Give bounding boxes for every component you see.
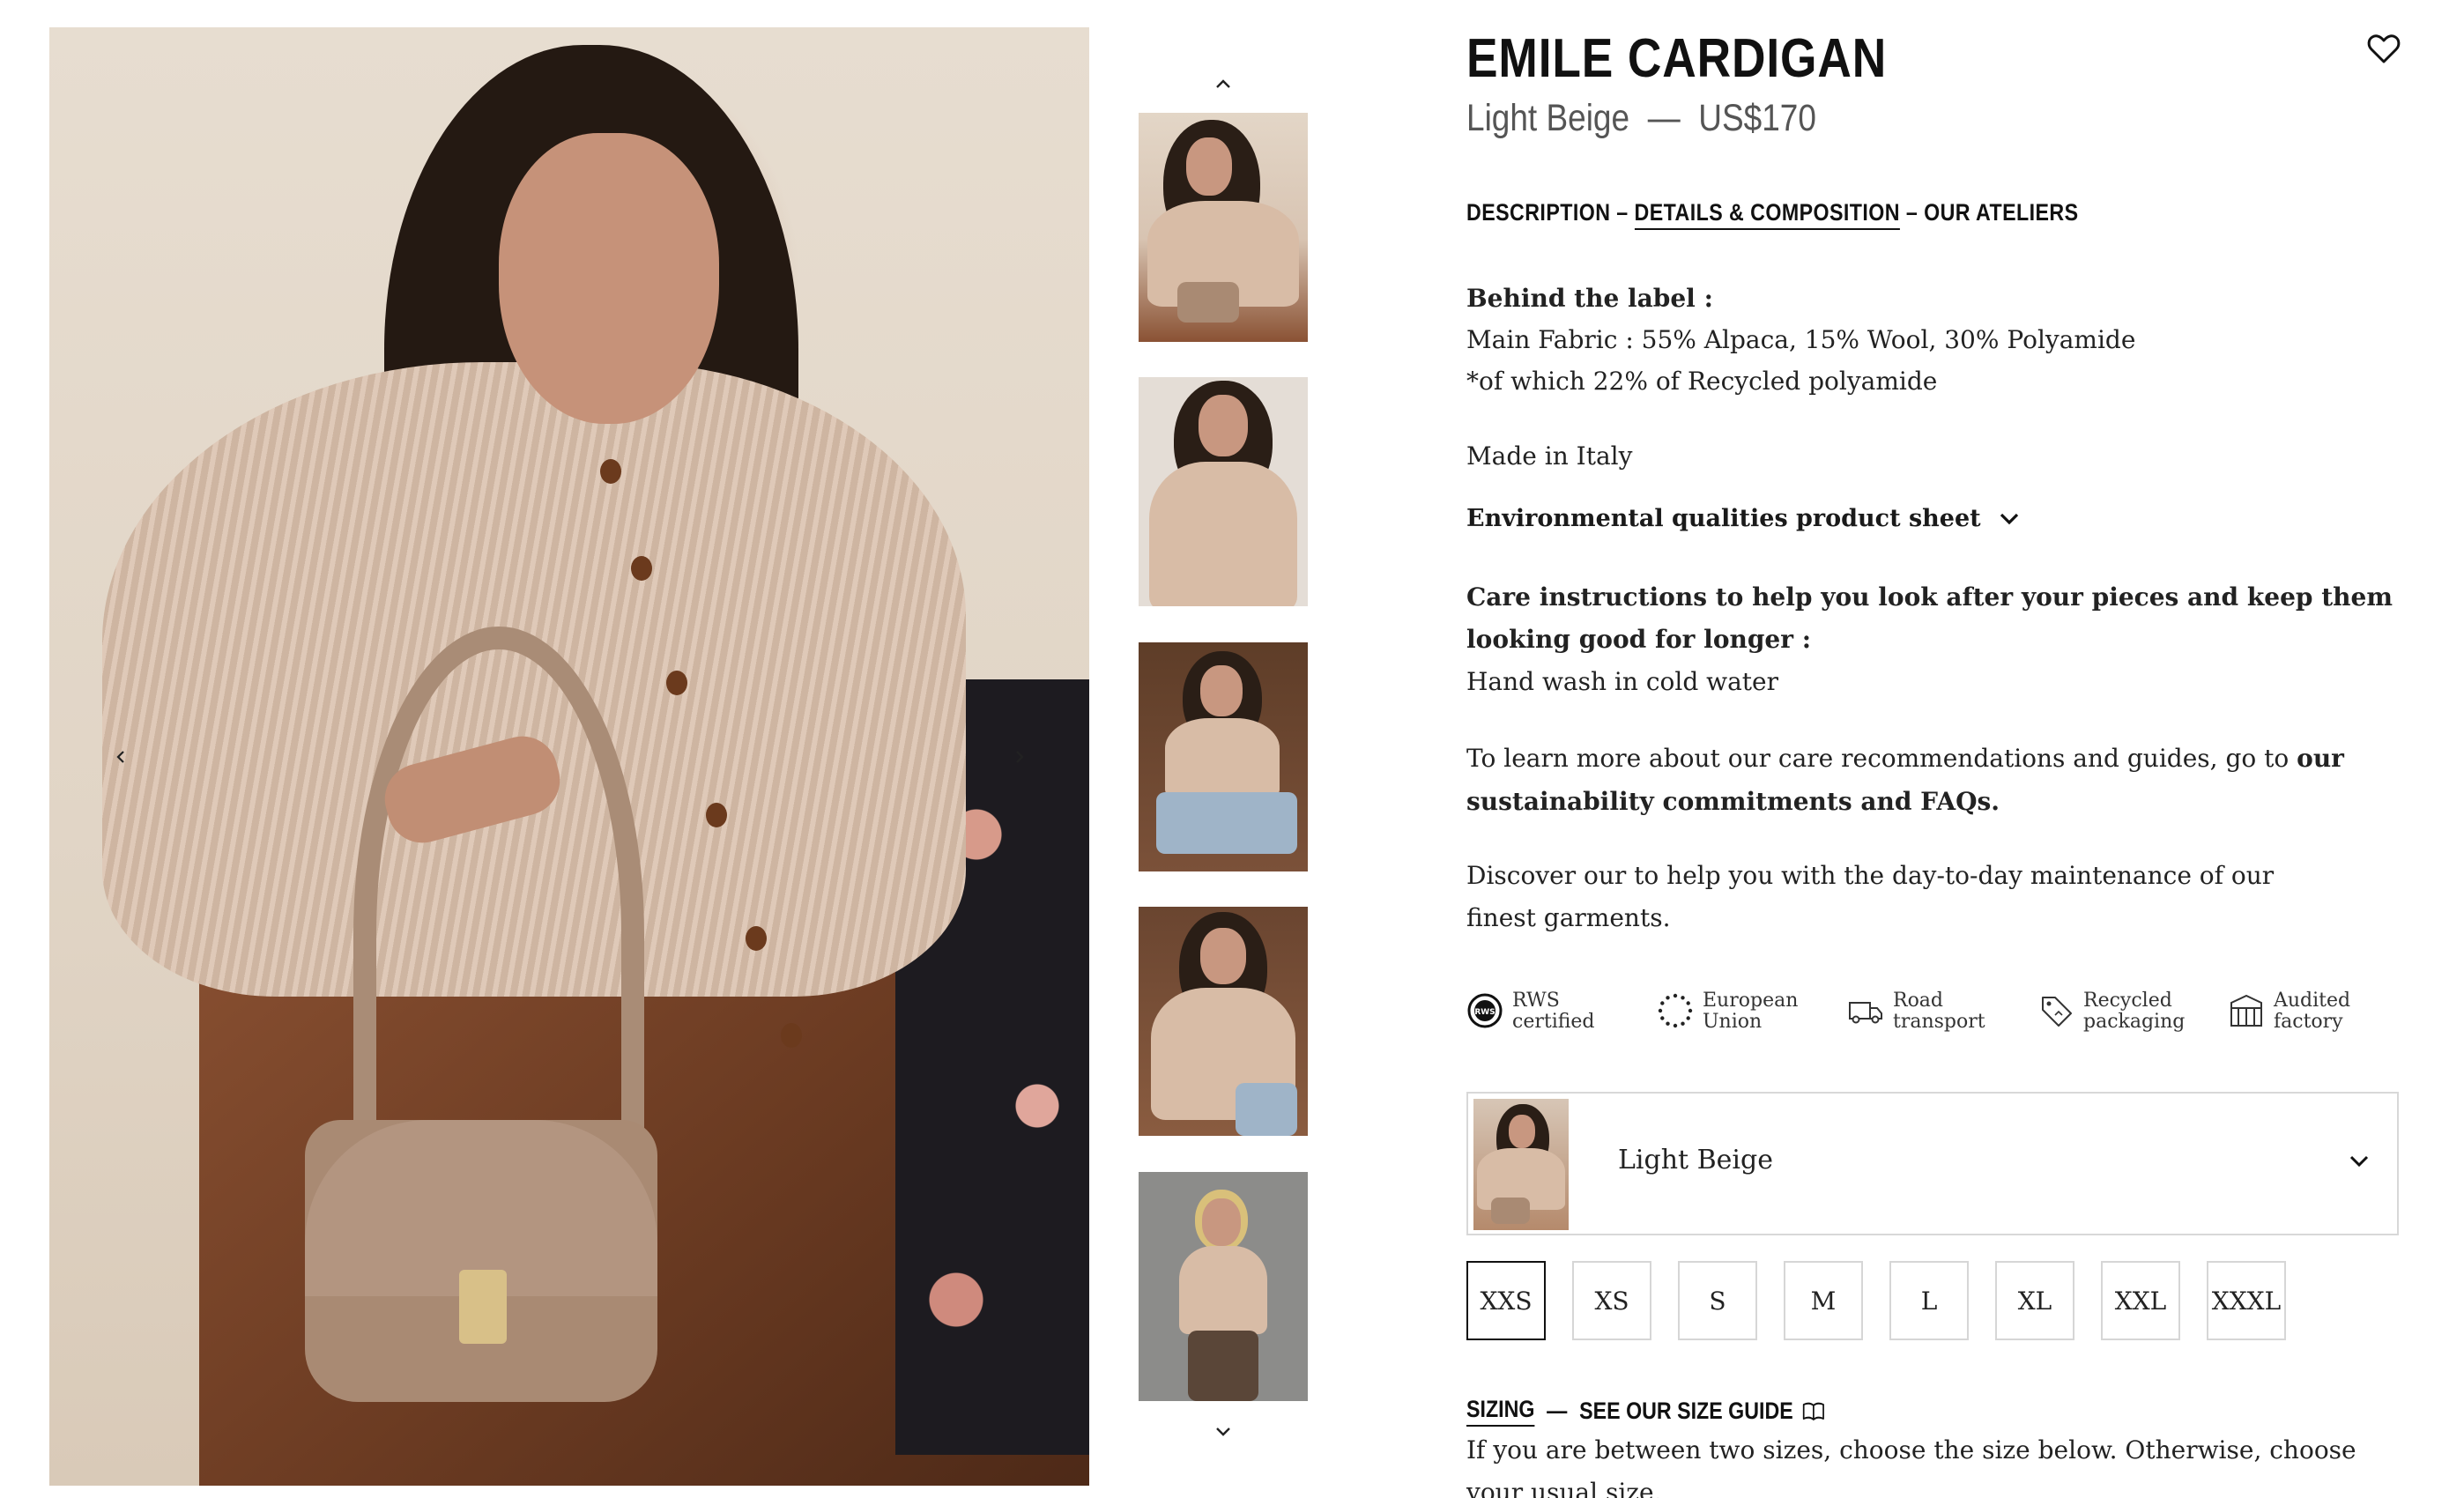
- thumbnail-5[interactable]: [1139, 1172, 1308, 1401]
- wishlist-button[interactable]: [2367, 33, 2401, 65]
- product-subtitle: Light Beige — US$170: [1466, 97, 2270, 140]
- factory-icon: [2230, 994, 2262, 1027]
- chevron-down-icon: [2349, 1155, 2369, 1168]
- sizing-label[interactable]: SIZING: [1466, 1396, 1535, 1427]
- tab-description[interactable]: DESCRIPTION: [1466, 199, 1610, 226]
- sizing-advice: If you are between two sizes, choose the…: [1466, 1435, 2356, 1498]
- badge-audited-factory: Audited factory: [2228, 990, 2418, 1033]
- tab-separator: –: [1905, 199, 1919, 226]
- chevron-left-icon: [116, 751, 124, 763]
- learn-more-paragraph: To learn more about our care recommendat…: [1466, 737, 2348, 823]
- thumbnails-up-button[interactable]: [1210, 70, 1236, 97]
- chevron-up-icon: [1216, 79, 1230, 88]
- thumbnail-gallery: [1139, 70, 1308, 1445]
- handbag-clasp: [459, 1270, 507, 1344]
- thumbnail-1[interactable]: [1139, 113, 1308, 342]
- badge-road-transport: Road transport: [1847, 990, 2037, 1033]
- info-tabs: DESCRIPTION – DETAILS & COMPOSITION – OUR AT…: [1466, 199, 2079, 230]
- thumbnail-2[interactable]: [1139, 377, 1308, 606]
- recycle-tag-icon: [2042, 997, 2072, 1027]
- badge-label: European Union: [1703, 990, 1799, 1033]
- env-sheet-toggle[interactable]: Environmental qualities product sheet: [1466, 505, 2020, 532]
- cardigan-button: [600, 459, 621, 484]
- size-selector: XXS XS S M L XL XXL XXXL: [1466, 1261, 2312, 1340]
- badge-label: RWS certified: [1512, 990, 1595, 1033]
- product-color-name: Light Beige: [1466, 97, 1630, 139]
- thumbnails-down-button[interactable]: [1210, 1419, 1236, 1445]
- badge-label: Audited factory: [2274, 990, 2351, 1033]
- subtitle-dash: —: [1647, 97, 1681, 139]
- care-text: Hand wash in cold water: [1466, 667, 1779, 696]
- selected-color-label: Light Beige: [1618, 1145, 1773, 1175]
- size-option-xs[interactable]: XS: [1572, 1261, 1651, 1340]
- tab-details-composition[interactable]: DETAILS & COMPOSITION: [1634, 199, 1900, 230]
- learn-more-text: To learn more about our care recommendat…: [1466, 744, 2297, 773]
- thumbnail-3[interactable]: [1139, 642, 1308, 871]
- chevron-down-icon: [1216, 1428, 1230, 1436]
- env-sheet-label: Environmental qualities product sheet: [1466, 505, 1981, 532]
- size-option-m[interactable]: M: [1784, 1261, 1863, 1340]
- sustainability-badges: RWS RWS certified European Union Road tr…: [1466, 990, 2418, 1033]
- badge-label: Road transport: [1893, 990, 1985, 1033]
- product-header: EMILE CARDIGAN Light Beige — US$170: [1466, 26, 2401, 140]
- book-icon: [1802, 1402, 1824, 1420]
- truck-icon: [1849, 1002, 1882, 1024]
- cardigan-button: [666, 671, 687, 695]
- cardigan-button: [706, 803, 727, 827]
- size-option-xxl[interactable]: XXL: [2101, 1261, 2180, 1340]
- color-select-dropdown[interactable]: Light Beige: [1466, 1092, 2399, 1235]
- cardigan-button: [631, 556, 652, 581]
- size-option-xl[interactable]: XL: [1995, 1261, 2074, 1340]
- chevron-down-icon: [2000, 513, 2018, 524]
- color-swatch-thumbnail: [1473, 1099, 1569, 1230]
- size-option-xxs[interactable]: XXS: [1466, 1261, 1546, 1340]
- cardigan-button: [781, 1023, 802, 1048]
- product-price: US$170: [1698, 97, 1816, 139]
- badge-rws: RWS RWS certified: [1466, 990, 1657, 1033]
- chevron-right-icon: [1016, 751, 1024, 763]
- badge-european-union: European Union: [1657, 990, 1847, 1033]
- eu-stars-icon: [1658, 993, 1693, 1028]
- behind-label-heading: Behind the label :: [1466, 284, 1713, 313]
- size-option-xxxl[interactable]: XXXL: [2207, 1261, 2286, 1340]
- discover-text: Discover our to help you with the day-to…: [1466, 861, 2275, 932]
- cardigan-button: [746, 926, 767, 951]
- care-block: Care instructions to help you look after…: [1466, 576, 2401, 703]
- main-fabric-text: Main Fabric : 55% Alpaca, 15% Wool, 30% …: [1466, 325, 2136, 354]
- image-next-button[interactable]: [1006, 744, 1033, 770]
- size-guide-link[interactable]: SEE OUR SIZE GUIDE: [1579, 1398, 1793, 1425]
- size-option-l[interactable]: L: [1889, 1261, 1969, 1340]
- rws-icon: RWS: [1467, 993, 1503, 1028]
- composition-block: Behind the label : Main Fabric : 55% Alp…: [1466, 278, 2135, 402]
- model-face: [499, 133, 719, 424]
- care-heading: Care instructions to help you look after…: [1466, 582, 2393, 654]
- image-prev-button[interactable]: [108, 744, 134, 770]
- size-option-s[interactable]: S: [1678, 1261, 1757, 1340]
- badge-label: Recycled packaging: [2083, 990, 2186, 1033]
- tab-separator: –: [1616, 199, 1629, 226]
- sizing-dash: —: [1547, 1398, 1568, 1424]
- made-in-text: Made in Italy: [1466, 441, 1633, 471]
- sizing-row: SIZING — SEE OUR SIZE GUIDE: [1466, 1396, 1825, 1427]
- heart-icon: [2367, 34, 2401, 63]
- recycled-note-text: *of which 22% of Recycled polyamide: [1466, 367, 1938, 396]
- tab-our-ateliers[interactable]: OUR ATELIERS: [1924, 199, 2078, 226]
- thumbnail-4[interactable]: [1139, 907, 1308, 1136]
- main-product-image: [49, 27, 1089, 1486]
- svg-text:RWS: RWS: [1474, 1008, 1495, 1017]
- product-title: EMILE CARDIGAN: [1466, 28, 1888, 89]
- badge-recycled-packaging: Recycled packaging: [2037, 990, 2228, 1033]
